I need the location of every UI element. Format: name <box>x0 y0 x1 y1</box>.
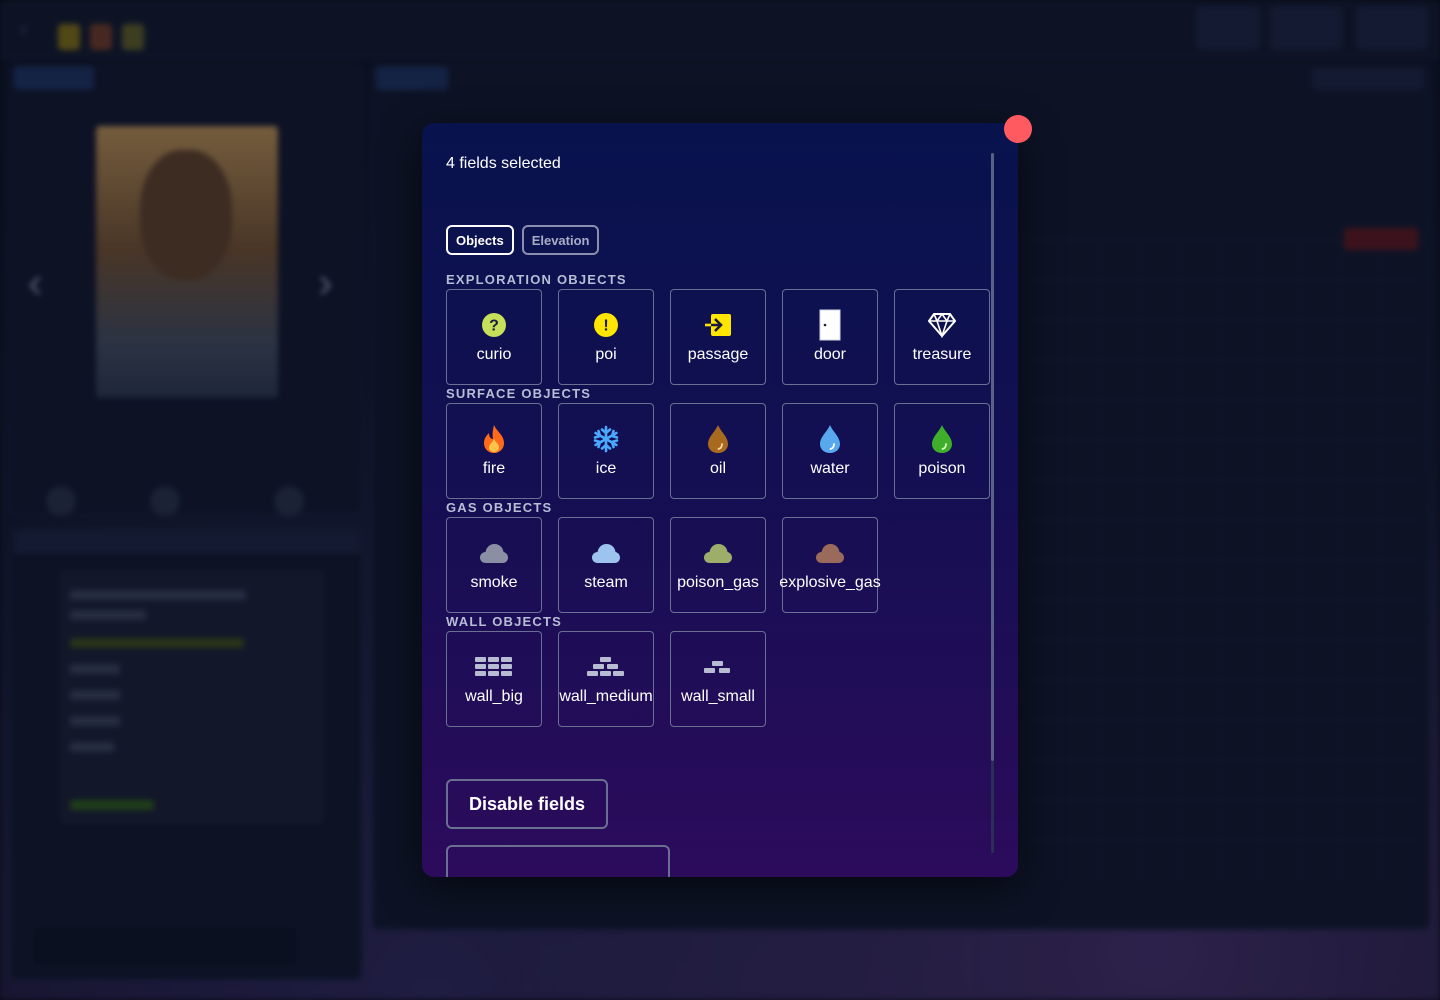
steam-cloud-icon <box>592 544 620 563</box>
poison-drop-icon <box>932 425 952 453</box>
object-tile-oil[interactable]: oil <box>670 403 766 499</box>
object-label: wall_small <box>681 688 755 705</box>
oil-drop-icon <box>708 425 728 453</box>
water-drop-icon <box>820 425 840 453</box>
object-tile-ice[interactable]: ice <box>558 403 654 499</box>
surface-objects-grid: fire ice oil water poison <box>446 403 990 499</box>
scrollbar-track[interactable] <box>991 761 994 853</box>
exclamation-circle-icon: ! <box>594 313 618 337</box>
tab-objects[interactable]: Objects <box>446 225 514 255</box>
wall-big-icon <box>475 657 512 676</box>
object-tile-poison[interactable]: poison <box>894 403 990 499</box>
object-tile-fire[interactable]: fire <box>446 403 542 499</box>
object-tile-steam[interactable]: steam <box>558 517 654 613</box>
svg-text:!: ! <box>603 318 608 335</box>
object-tile-poi[interactable]: ! poi <box>558 289 654 385</box>
selected-fields-count: 4 fields selected <box>446 155 561 172</box>
field-objects-modal: 4 fields selected Objects Elevation EXPL… <box>422 123 1018 877</box>
object-label: poison <box>918 460 966 477</box>
object-tile-wall-medium[interactable]: wall_medium <box>558 631 654 727</box>
object-label: curio <box>476 346 512 363</box>
object-label: wall_big <box>465 688 523 705</box>
object-label: passage <box>687 346 749 363</box>
section-title-exploration: EXPLORATION OBJECTS <box>446 272 627 287</box>
passage-enter-icon <box>705 314 731 336</box>
smoke-cloud-icon <box>480 544 508 563</box>
object-label: fire <box>482 460 506 477</box>
object-label: door <box>813 346 847 363</box>
object-label: explosive_gas <box>779 574 881 591</box>
object-tile-water[interactable]: water <box>782 403 878 499</box>
exploration-objects-grid: ? curio ! poi passage door treasure <box>446 289 990 385</box>
object-tile-passage[interactable]: passage <box>670 289 766 385</box>
object-tile-door[interactable]: door <box>782 289 878 385</box>
next-button-partial[interactable] <box>446 845 670 877</box>
object-label: oil <box>709 460 726 477</box>
object-label: poi <box>595 346 617 363</box>
door-icon <box>819 309 841 341</box>
object-label: smoke <box>470 574 518 591</box>
wall-objects-grid: wall_big wall_medium wall_small <box>446 631 766 727</box>
tab-elevation[interactable]: Elevation <box>521 225 600 255</box>
svg-text:?: ? <box>489 318 499 335</box>
close-modal-button[interactable] <box>1004 115 1032 143</box>
gas-objects-grid: smoke steam poison_gas explosive_gas <box>446 517 881 613</box>
object-tile-treasure[interactable]: treasure <box>894 289 990 385</box>
flame-icon <box>484 425 504 453</box>
diamond-icon <box>928 312 956 338</box>
scrollbar-thumb[interactable] <box>991 153 994 761</box>
wall-small-icon <box>704 661 730 673</box>
object-label: treasure <box>912 346 972 363</box>
object-label: ice <box>595 460 617 477</box>
object-tile-smoke[interactable]: smoke <box>446 517 542 613</box>
object-label: poison_gas <box>677 574 759 591</box>
explosive-cloud-icon <box>816 544 844 563</box>
object-label: wall_medium <box>559 688 653 705</box>
section-title-wall: WALL OBJECTS <box>446 614 563 629</box>
section-title-surface: SURFACE OBJECTS <box>446 386 592 401</box>
question-mark-circle-icon: ? <box>482 313 506 337</box>
section-title-gas: GAS OBJECTS <box>446 500 553 515</box>
object-tile-poison-gas[interactable]: poison_gas <box>670 517 766 613</box>
object-tile-curio[interactable]: ? curio <box>446 289 542 385</box>
object-label: steam <box>584 574 628 591</box>
modal-tabs: Objects Elevation <box>446 225 600 255</box>
disable-fields-button[interactable]: Disable fields <box>446 779 608 829</box>
wall-medium-icon <box>587 657 624 676</box>
object-tile-wall-big[interactable]: wall_big <box>446 631 542 727</box>
object-tile-explosive-gas[interactable]: explosive_gas <box>779 517 881 613</box>
snowflake-icon <box>593 425 619 453</box>
object-label: water <box>810 460 850 477</box>
poison-cloud-icon <box>704 544 732 563</box>
object-tile-wall-small[interactable]: wall_small <box>670 631 766 727</box>
